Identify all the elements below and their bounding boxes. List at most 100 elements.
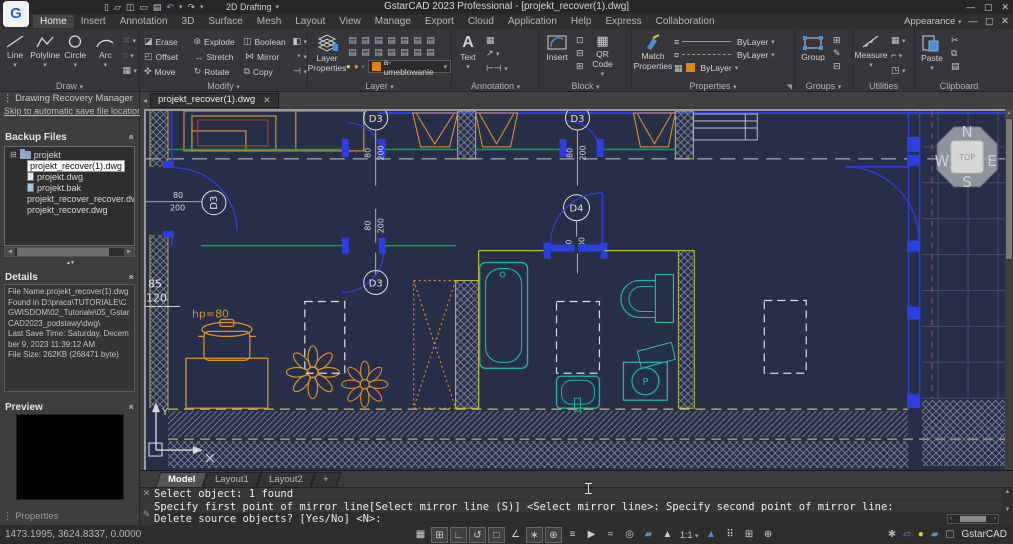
- match-properties-button[interactable]: Match Properties: [632, 31, 674, 74]
- tree-file[interactable]: projekt.dwg: [5, 171, 134, 182]
- settings-gear-icon[interactable]: ✱: [888, 529, 896, 540]
- transparency-icon[interactable]: ≈: [602, 527, 619, 543]
- linetype-dropdown[interactable]: ByLayer▾: [734, 48, 790, 61]
- grid-icon[interactable]: ▦: [412, 527, 429, 543]
- save-icon[interactable]: ◫: [126, 2, 135, 13]
- compass-s[interactable]: S: [962, 173, 972, 191]
- groups-panel-label[interactable]: Groups ▾: [795, 80, 852, 92]
- group-select-icon[interactable]: ⊟: [833, 61, 841, 71]
- compass-w[interactable]: W: [935, 152, 950, 170]
- offset-button[interactable]: ◰Offset: [144, 51, 193, 62]
- close-command-icon[interactable]: ✕: [140, 488, 153, 499]
- angle-icon[interactable]: ∠: [507, 527, 524, 543]
- move-button[interactable]: ✜Move: [144, 66, 192, 77]
- expand-icon[interactable]: ⊟: [10, 150, 17, 159]
- cut-icon[interactable]: ✂: [951, 35, 960, 45]
- hatch-tools-button[interactable]: ▦ ▾: [122, 65, 137, 77]
- paste-special-icon[interactable]: ▤: [951, 61, 960, 71]
- collapse-icon[interactable]: »: [125, 404, 135, 409]
- paste-button[interactable]: Paste▾: [915, 31, 949, 72]
- autosave-location-link[interactable]: Skip to automatic save file location.: [0, 105, 139, 118]
- properties-palette-tab[interactable]: ⋮ Properties: [0, 511, 58, 522]
- copy-clip-icon[interactable]: ⧉: [951, 48, 960, 58]
- tab-express[interactable]: Express: [598, 15, 648, 28]
- layer-freeze-icon[interactable]: ●: [354, 62, 359, 71]
- layer-panel-label[interactable]: Layer ▾: [308, 80, 451, 92]
- create-block-button[interactable]: ⊡: [576, 35, 584, 45]
- new-file-icon[interactable]: ▯: [104, 2, 109, 13]
- measure-button[interactable]: Measure▾: [853, 31, 889, 77]
- ellipse-tools-button[interactable]: ◌ ▾: [122, 50, 137, 62]
- group-button[interactable]: Group: [795, 31, 831, 71]
- color-dropdown[interactable]: ByLayer▾: [734, 35, 790, 48]
- block-attrib-button[interactable]: ⊞: [576, 61, 584, 71]
- workspace-switch-icon[interactable]: ▰: [640, 527, 657, 543]
- floor-plan[interactable]: D3 80 200 D3 80 200 D3 80 200: [146, 111, 1005, 470]
- tab-manage[interactable]: Manage: [368, 15, 418, 28]
- erase-button[interactable]: ◪Erase: [144, 36, 191, 47]
- doc-minimize-button[interactable]: —: [969, 16, 979, 27]
- dynamic-input-icon[interactable]: □: [488, 527, 505, 543]
- tab-collaboration[interactable]: Collaboration: [649, 15, 722, 28]
- tree-horizontal-scrollbar[interactable]: ◄ ►: [4, 247, 135, 257]
- tab-home[interactable]: Home: [33, 15, 74, 28]
- line-button[interactable]: Line▾: [0, 31, 30, 79]
- annotation-autoscale-icon[interactable]: ▲: [703, 527, 720, 543]
- collapse-icon[interactable]: »: [125, 274, 135, 279]
- tab-export[interactable]: Export: [418, 15, 461, 28]
- annotation-scale-dropdown[interactable]: 1:1 ▾: [678, 530, 701, 540]
- collapse-icon[interactable]: »: [125, 134, 135, 139]
- copy-button[interactable]: ⧉Copy: [243, 66, 291, 77]
- preview-header[interactable]: Preview»: [0, 400, 139, 414]
- undo-caret-icon[interactable]: ▾: [179, 3, 183, 11]
- dimension-button[interactable]: ⊢⊣ ▾: [486, 63, 508, 75]
- annotation-panel-label[interactable]: Annotation ▾: [452, 80, 539, 92]
- object-track-icon[interactable]: ⊕: [545, 527, 562, 543]
- clean-screen-icon[interactable]: ⊕: [760, 527, 777, 543]
- polyline-button[interactable]: Polyline▾: [30, 31, 60, 79]
- group-edit-icon[interactable]: ✎: [833, 48, 841, 58]
- appearance-menu[interactable]: Appearance ▾: [904, 16, 961, 27]
- tab-layout2[interactable]: Layout2: [257, 472, 316, 487]
- details-header[interactable]: Details»: [0, 270, 139, 284]
- tab-3d[interactable]: 3D: [175, 15, 202, 28]
- leader-button[interactable]: ↗ ▾: [486, 48, 508, 60]
- canvas-vertical-scrollbar[interactable]: ▲: [1005, 109, 1013, 470]
- tab-insert[interactable]: Insert: [74, 15, 113, 28]
- backup-files-header[interactable]: Backup Files»: [0, 130, 139, 144]
- qr-code-button[interactable]: ▦ QR Code▾: [586, 31, 620, 78]
- redo-icon[interactable]: ↷: [187, 2, 195, 13]
- tab-layout1[interactable]: Layout1: [203, 472, 262, 487]
- annotation-visibility-icon[interactable]: ▲: [659, 527, 676, 543]
- table-button[interactable]: ▦: [486, 35, 508, 45]
- tab-annotation[interactable]: Annotation: [113, 15, 175, 28]
- rotate-button[interactable]: ↻Rotate: [194, 66, 242, 77]
- tips-bulb-icon[interactable]: ●: [918, 529, 924, 540]
- tab-nav-left-icon[interactable]: ◂: [140, 96, 150, 105]
- save-as-icon[interactable]: ▭: [139, 2, 148, 13]
- zoom-tool-icon[interactable]: ◎: [621, 527, 638, 543]
- object-snap-icon[interactable]: ∗: [526, 527, 543, 543]
- command-scrollbar[interactable]: ▲▼: [1002, 488, 1013, 526]
- tab-cloud[interactable]: Cloud: [461, 15, 501, 28]
- undo-icon[interactable]: ↶: [166, 2, 174, 13]
- doc-restore-button[interactable]: ▢: [985, 16, 994, 27]
- tab-help[interactable]: Help: [564, 15, 599, 28]
- tab-surface[interactable]: Surface: [201, 15, 249, 28]
- insert-button[interactable]: Insert: [540, 31, 574, 78]
- draw-panel-label[interactable]: Draw ▾: [0, 80, 139, 92]
- text-button[interactable]: A Text▾: [452, 31, 484, 75]
- isolate-objects-icon[interactable]: ⠿: [722, 527, 739, 543]
- fullscreen-icon[interactable]: ▢: [946, 529, 955, 540]
- lineweight-display-icon[interactable]: ≡: [564, 527, 581, 543]
- selection-cycling-icon[interactable]: ▶: [583, 527, 600, 543]
- block-panel-label[interactable]: Block ▾: [540, 80, 631, 92]
- command-hscrollbar[interactable]: ‹›: [947, 514, 999, 524]
- command-input-line[interactable]: Delete source objects? [Yes/No] <N>:: [154, 513, 1001, 526]
- display-icon[interactable]: ▰: [931, 529, 939, 540]
- tab-model[interactable]: Model: [156, 472, 208, 487]
- id-point-icon[interactable]: ⌐ ▾: [891, 50, 906, 62]
- panel-splitter[interactable]: ▲▼: [0, 258, 140, 268]
- tree-file-selected[interactable]: projekt_recover(1).dwg: [5, 160, 134, 171]
- layer-properties-button[interactable]: Layer Properties: [308, 31, 346, 73]
